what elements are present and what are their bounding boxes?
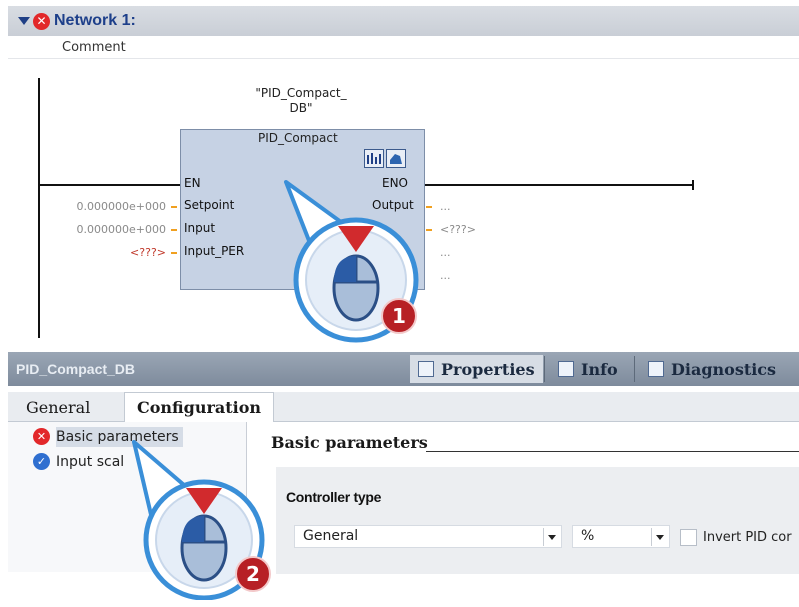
- wire-left: [38, 184, 181, 186]
- error-icon: ✕: [33, 428, 50, 445]
- diagnostics-icon: [648, 361, 664, 377]
- configuration-icon: [390, 153, 402, 164]
- chevron-down-icon[interactable]: [651, 528, 668, 546]
- network-header[interactable]: ✕ Network 1:: [8, 6, 799, 36]
- tab-configuration[interactable]: Configuration: [124, 392, 275, 422]
- pin-en: EN: [184, 176, 201, 190]
- tab-separator: [634, 356, 635, 382]
- setpoint-value[interactable]: 0.000000e+000: [40, 200, 166, 213]
- pin-connector: [171, 229, 177, 231]
- chevron-down-icon[interactable]: [543, 528, 560, 546]
- tab-info[interactable]: Info: [550, 355, 626, 383]
- configuration-button[interactable]: [386, 149, 406, 168]
- step-badge-2: 2: [235, 556, 271, 592]
- step-badge-1: 1: [381, 298, 417, 334]
- network-title: Network 1:: [54, 12, 136, 29]
- properties-icon: [418, 361, 434, 377]
- pin-connector: [171, 206, 177, 208]
- block-type-name: PID_Compact: [258, 131, 338, 145]
- invert-control-checkbox[interactable]: [680, 529, 697, 546]
- controller-type-select[interactable]: General: [294, 525, 562, 548]
- collapse-triangle-icon[interactable]: [18, 17, 30, 25]
- check-icon: ✓: [33, 453, 50, 470]
- commissioning-icon: [367, 152, 381, 164]
- network-comment[interactable]: Comment: [8, 37, 799, 59]
- info-icon: [558, 361, 574, 377]
- group-title: Controller type: [286, 489, 382, 505]
- input-per-value[interactable]: <???>: [40, 246, 166, 259]
- instance-db-name[interactable]: "PID_Compact_ DB": [236, 86, 366, 116]
- mouse-callout-1: [284, 180, 419, 343]
- pin-input[interactable]: Input: [184, 221, 215, 235]
- section-divider: [426, 451, 799, 452]
- tab-properties[interactable]: Properties: [410, 355, 543, 383]
- nav-item-input-scaling[interactable]: Input scal: [56, 452, 124, 472]
- controller-type-group: [276, 467, 799, 574]
- inspector-object-name: PID_Compact_DB: [16, 361, 136, 377]
- tab-diagnostics[interactable]: Diagnostics: [640, 355, 784, 383]
- invert-control-label: Invert PID cor: [703, 530, 792, 545]
- error-icon: ✕: [33, 12, 50, 30]
- wire-end: [692, 180, 694, 190]
- pin-connector: [171, 252, 177, 254]
- pin-input-per[interactable]: Input_PER: [184, 244, 244, 258]
- pin-setpoint[interactable]: Setpoint: [184, 198, 234, 212]
- input-value[interactable]: 0.000000e+000: [40, 223, 166, 236]
- tab-separator: [544, 356, 545, 382]
- commissioning-button[interactable]: [364, 149, 384, 168]
- section-title: Basic parameters: [271, 433, 428, 452]
- wire-right: [424, 184, 694, 186]
- tab-general[interactable]: General: [14, 392, 102, 422]
